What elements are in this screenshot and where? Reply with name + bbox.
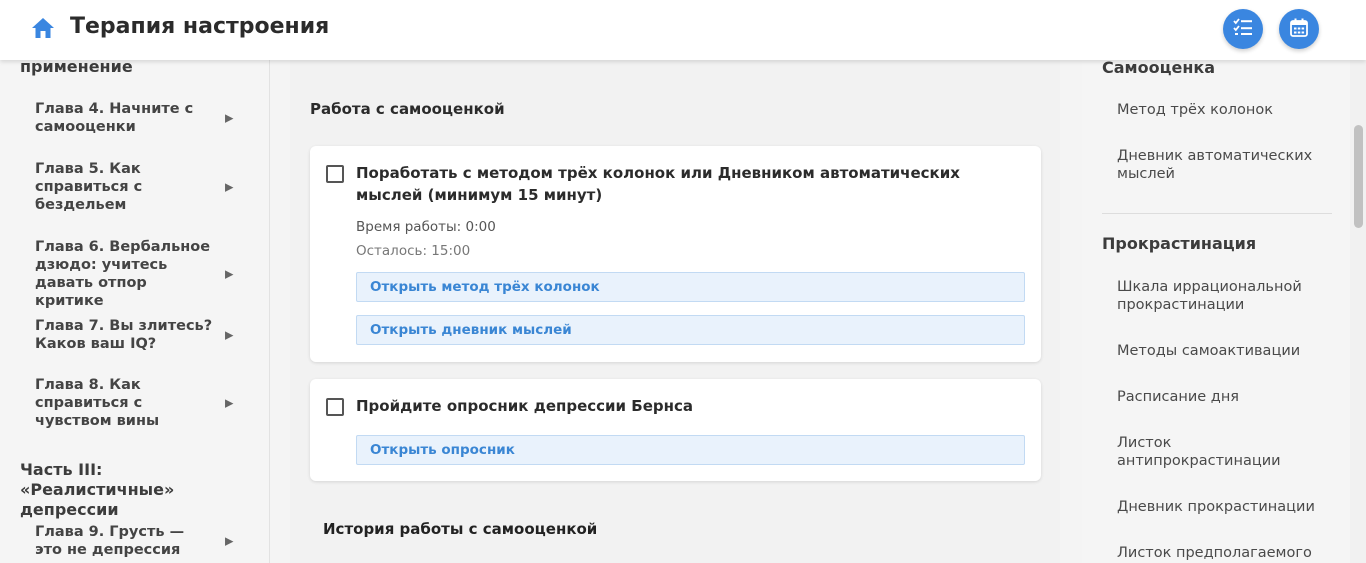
left-sidebar: применение Глава 4. Начните с самооценки… bbox=[0, 60, 270, 563]
nav-item[interactable]: Дневник прокрастинации bbox=[1117, 498, 1337, 516]
nav-item[interactable]: Шкала иррациональной прокрастинации bbox=[1117, 278, 1337, 314]
section-title: Работа с самооценкой bbox=[310, 100, 505, 118]
time-worked-text: Время работы: 0:00 bbox=[356, 219, 496, 235]
right-sidebar: Самооценка Метод трёх колонок Дневник ав… bbox=[1082, 60, 1350, 563]
chapter-4-item[interactable]: Глава 4. Начните с самооценки ▶ bbox=[35, 100, 260, 136]
chapter-label: Глава 5. Как справиться с бездельем bbox=[35, 161, 143, 213]
part-3-heading: Часть III: «Реалистичные» депрессии bbox=[20, 460, 175, 519]
task-title: Поработать с методом трёх колонок или Дн… bbox=[356, 164, 960, 204]
chapter-5-item[interactable]: Глава 5. Как справиться с бездельем ▶ bbox=[35, 160, 260, 214]
time-remaining-text: Осталось: 15:00 bbox=[356, 243, 471, 259]
calendar-icon bbox=[1290, 18, 1308, 41]
expand-arrow-icon: ▶ bbox=[225, 396, 234, 410]
app-header: Терапия настроения bbox=[0, 0, 1366, 60]
expand-arrow-icon: ▶ bbox=[225, 534, 234, 548]
app-title: Терапия настроения bbox=[70, 14, 330, 39]
section-heading-procrastination: Прокрастинация bbox=[1102, 234, 1257, 253]
open-three-columns-button[interactable]: Открыть метод трёх колонок bbox=[356, 272, 1025, 302]
nav-item[interactable]: Расписание дня bbox=[1117, 388, 1337, 406]
history-title: История работы с самооценкой bbox=[323, 520, 598, 538]
calendar-button[interactable] bbox=[1279, 9, 1319, 49]
page-scrollbar[interactable] bbox=[1350, 60, 1366, 563]
open-questionnaire-button[interactable]: Открыть опросник bbox=[356, 435, 1025, 465]
nav-item[interactable]: Листок предполагаемого bbox=[1117, 544, 1337, 562]
chapter-7-item[interactable]: Глава 7. Вы злитесь? Каков ваш IQ? ▶ bbox=[35, 317, 260, 353]
expand-arrow-icon: ▶ bbox=[225, 267, 234, 281]
chapter-9-item[interactable]: Глава 9. Грусть — это не депрессия ▶ bbox=[35, 523, 260, 559]
chapter-label: Глава 8. Как справиться с чувством вины bbox=[35, 377, 160, 429]
section-heading-self-esteem: Самооценка bbox=[1102, 60, 1216, 77]
home-icon[interactable] bbox=[31, 17, 55, 39]
part-heading: применение bbox=[20, 60, 133, 76]
checklist-button[interactable] bbox=[1223, 9, 1263, 49]
task-card-burns-test: Пройдите опросник депрессии Бернса Откры… bbox=[310, 379, 1041, 481]
task-card-three-columns: Поработать с методом трёх колонок или Дн… bbox=[310, 146, 1041, 362]
expand-arrow-icon: ▶ bbox=[225, 111, 234, 125]
nav-item[interactable]: Метод трёх колонок bbox=[1117, 101, 1337, 119]
section-divider bbox=[1102, 213, 1332, 214]
chapter-8-item[interactable]: Глава 8. Как справиться с чувством вины … bbox=[35, 376, 260, 430]
main-content: Работа с самооценкой Поработать с методо… bbox=[290, 60, 1060, 563]
nav-item[interactable]: Методы самоактивации bbox=[1117, 342, 1337, 360]
chapter-6-item[interactable]: Глава 6. Вербальное дзюдо: учитесь дават… bbox=[35, 238, 260, 310]
expand-arrow-icon: ▶ bbox=[225, 328, 234, 342]
chapter-label: Глава 6. Вербальное дзюдо: учитесь дават… bbox=[35, 239, 211, 309]
task-checkbox[interactable] bbox=[326, 165, 344, 183]
task-checkbox[interactable] bbox=[326, 398, 344, 416]
checklist-icon bbox=[1233, 18, 1253, 40]
task-title: Пройдите опросник депрессии Бернса bbox=[356, 397, 694, 415]
scrollbar-thumb[interactable] bbox=[1354, 125, 1363, 228]
chapter-label: Глава 4. Начните с самооценки bbox=[35, 101, 194, 135]
nav-item[interactable]: Листок антипрокрастинации bbox=[1117, 434, 1337, 470]
open-thought-diary-button[interactable]: Открыть дневник мыслей bbox=[356, 315, 1025, 345]
chapter-label: Глава 9. Грусть — это не депрессия bbox=[35, 524, 185, 558]
expand-arrow-icon: ▶ bbox=[225, 180, 234, 194]
nav-item[interactable]: Дневник автоматических мыслей bbox=[1117, 147, 1337, 183]
chapter-label: Глава 7. Вы злитесь? Каков ваш IQ? bbox=[35, 318, 213, 352]
